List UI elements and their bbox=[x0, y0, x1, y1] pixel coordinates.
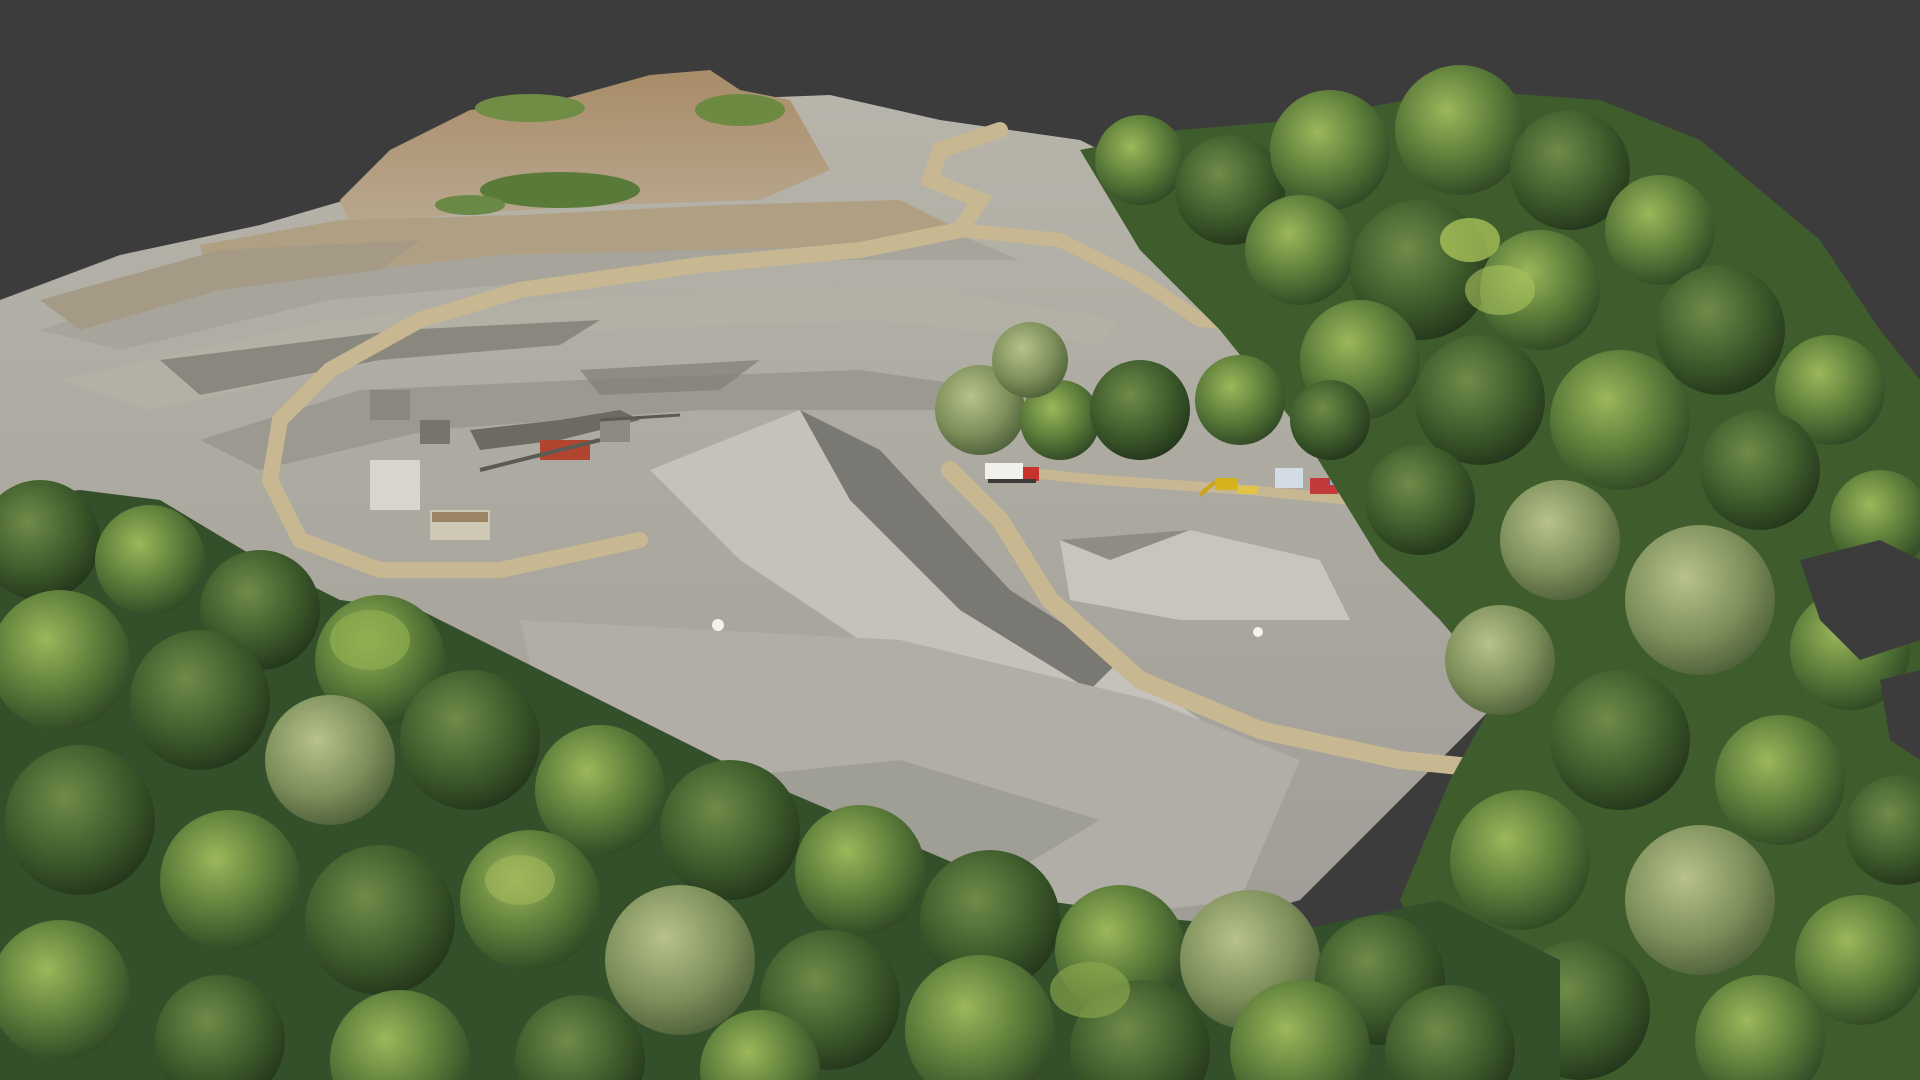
model-viewport[interactable] bbox=[0, 0, 1920, 1080]
quarry-3d-model[interactable] bbox=[0, 0, 1920, 1080]
